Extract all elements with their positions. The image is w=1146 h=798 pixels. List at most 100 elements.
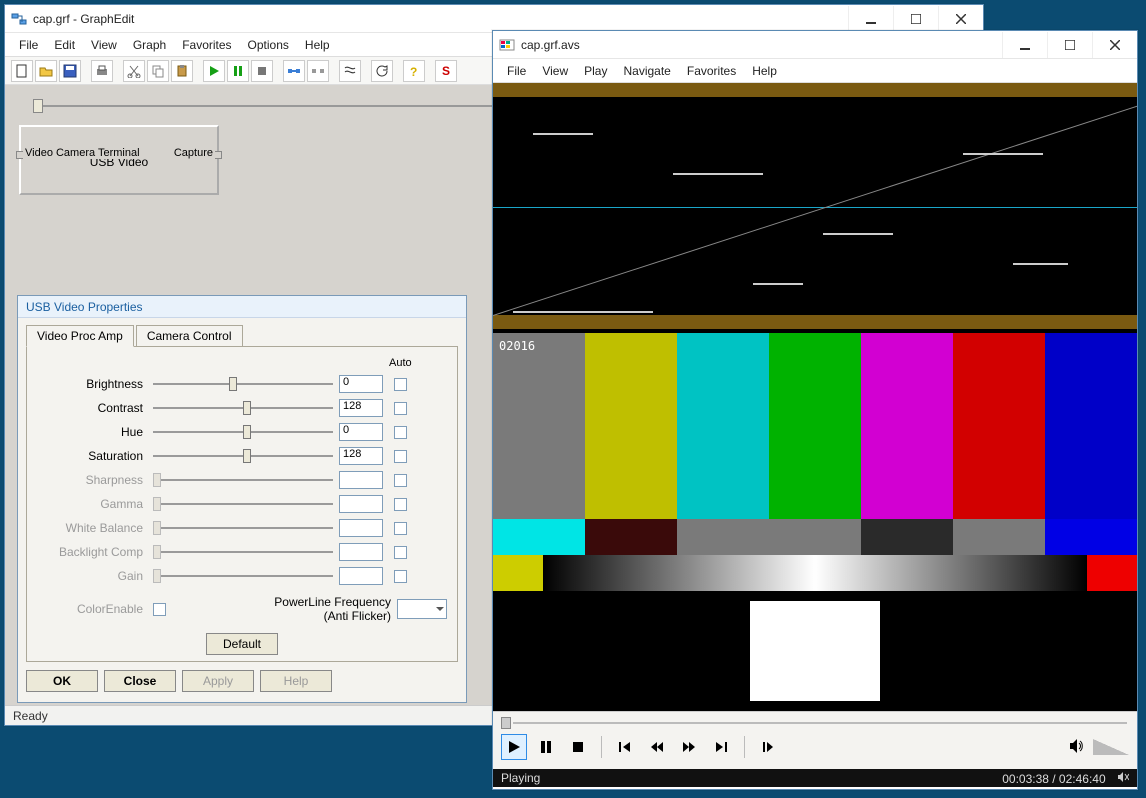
amp-slider-1[interactable] xyxy=(153,399,333,417)
color-chip xyxy=(585,519,677,555)
connect-icon[interactable] xyxy=(283,60,305,82)
color-bar xyxy=(953,333,1045,519)
amp-value-2[interactable]: 0 xyxy=(339,423,383,441)
amp-auto-6[interactable] xyxy=(394,522,407,535)
disconnect-icon[interactable] xyxy=(307,60,329,82)
spy-icon[interactable]: S xyxy=(435,60,457,82)
amp-slider-5 xyxy=(153,495,333,513)
print-icon[interactable] xyxy=(91,60,113,82)
help-button[interactable]: Help xyxy=(260,670,332,692)
filter-usb-video[interactable]: Video Camera Terminal Capture USB Video xyxy=(19,125,219,195)
amp-auto-7[interactable] xyxy=(394,546,407,559)
ok-button[interactable]: OK xyxy=(26,670,98,692)
amp-value-0[interactable]: 0 xyxy=(339,375,383,393)
player-close-button[interactable] xyxy=(1092,32,1137,58)
copy-icon[interactable] xyxy=(147,60,169,82)
speaker-icon[interactable] xyxy=(1069,738,1087,757)
help-icon[interactable]: ? xyxy=(403,60,425,82)
menu-options[interactable]: Options xyxy=(240,36,297,54)
play-button[interactable] xyxy=(501,734,527,760)
default-button[interactable]: Default xyxy=(206,633,278,655)
maximize-button[interactable] xyxy=(893,6,938,32)
save-icon[interactable] xyxy=(59,60,81,82)
color-bar xyxy=(493,333,585,519)
amp-label-5: Gamma xyxy=(37,497,147,511)
player-menu-view[interactable]: View xyxy=(534,62,576,80)
minimize-button[interactable] xyxy=(848,6,893,32)
player-menu-help[interactable]: Help xyxy=(744,62,785,80)
pause-button[interactable] xyxy=(533,734,559,760)
gradient-bar xyxy=(493,555,1137,591)
player-title: cap.grf.avs xyxy=(521,38,1002,52)
new-icon[interactable] xyxy=(11,60,33,82)
refresh-icon[interactable] xyxy=(371,60,393,82)
window-title: cap.grf - GraphEdit xyxy=(33,12,848,26)
menu-favorites[interactable]: Favorites xyxy=(174,36,239,54)
player-menu-navigate[interactable]: Navigate xyxy=(615,62,678,80)
skip-fwd-button[interactable] xyxy=(708,734,734,760)
mute-icon[interactable] xyxy=(1117,772,1129,786)
open-icon[interactable] xyxy=(35,60,57,82)
volume-slider[interactable] xyxy=(1093,739,1129,755)
menu-edit[interactable]: Edit xyxy=(46,36,83,54)
menu-view[interactable]: View xyxy=(83,36,125,54)
pin-output[interactable]: Capture xyxy=(172,147,215,159)
amp-auto-1[interactable] xyxy=(394,402,407,415)
powerline-dropdown[interactable] xyxy=(397,599,447,619)
amp-label-1: Contrast xyxy=(37,401,147,415)
colorenable-checkbox[interactable] xyxy=(153,603,166,616)
amp-value-7 xyxy=(339,543,383,561)
player-maximize-button[interactable] xyxy=(1047,32,1092,58)
powerline-sub: (Anti Flicker) xyxy=(274,609,391,623)
tab-video-proc-amp[interactable]: Video Proc Amp xyxy=(26,325,134,347)
player-menu-favorites[interactable]: Favorites xyxy=(679,62,744,80)
amp-slider-0[interactable] xyxy=(153,375,333,393)
amp-auto-2[interactable] xyxy=(394,426,407,439)
properties-dialog: USB Video Properties Video Proc Amp Came… xyxy=(17,295,467,703)
color-chip xyxy=(953,519,1045,555)
color-chip xyxy=(1045,519,1137,555)
amp-auto-5[interactable] xyxy=(394,498,407,511)
player-menu-file[interactable]: File xyxy=(499,62,534,80)
forward-button[interactable] xyxy=(676,734,702,760)
player-window: cap.grf.avs File View Play Navigate Favo… xyxy=(492,30,1138,790)
skip-back-button[interactable] xyxy=(612,734,638,760)
player-titlebar[interactable]: cap.grf.avs xyxy=(493,31,1137,59)
amp-auto-4[interactable] xyxy=(394,474,407,487)
player-statusbar: Playing 00:03:38 / 02:46:40 xyxy=(493,769,1137,787)
stop-button[interactable] xyxy=(565,734,591,760)
amp-slider-6 xyxy=(153,519,333,537)
tab-camera-control[interactable]: Camera Control xyxy=(136,325,243,347)
pause-icon[interactable] xyxy=(227,60,249,82)
apply-button[interactable]: Apply xyxy=(182,670,254,692)
menu-graph[interactable]: Graph xyxy=(125,36,174,54)
amp-label-7: Backlight Comp xyxy=(37,545,147,559)
video-area[interactable]: 02016 xyxy=(493,83,1137,711)
player-menu-play[interactable]: Play xyxy=(576,62,615,80)
amp-auto-8[interactable] xyxy=(394,570,407,583)
graphedit-titlebar[interactable]: cap.grf - GraphEdit xyxy=(5,5,983,33)
play-icon[interactable] xyxy=(203,60,225,82)
pin-input[interactable]: Video Camera Terminal xyxy=(23,147,142,159)
amp-value-1[interactable]: 128 xyxy=(339,399,383,417)
menu-file[interactable]: File xyxy=(11,36,46,54)
menu-help[interactable]: Help xyxy=(297,36,338,54)
amp-auto-3[interactable] xyxy=(394,450,407,463)
paste-icon[interactable] xyxy=(171,60,193,82)
auto-header: Auto xyxy=(389,357,411,369)
filters-icon[interactable] xyxy=(339,60,361,82)
close-button[interactable]: Close xyxy=(104,670,176,692)
frame-step-button[interactable] xyxy=(755,734,781,760)
close-button[interactable] xyxy=(938,6,983,32)
amp-value-3[interactable]: 128 xyxy=(339,447,383,465)
amp-auto-0[interactable] xyxy=(394,378,407,391)
amp-slider-3[interactable] xyxy=(153,447,333,465)
rewind-button[interactable] xyxy=(644,734,670,760)
cut-icon[interactable] xyxy=(123,60,145,82)
stop-icon[interactable] xyxy=(251,60,273,82)
dialog-title[interactable]: USB Video Properties xyxy=(18,296,466,318)
amp-slider-2[interactable] xyxy=(153,423,333,441)
seek-bar[interactable] xyxy=(501,716,1129,730)
player-minimize-button[interactable] xyxy=(1002,32,1047,58)
colorenable-label: ColorEnable xyxy=(37,602,147,616)
